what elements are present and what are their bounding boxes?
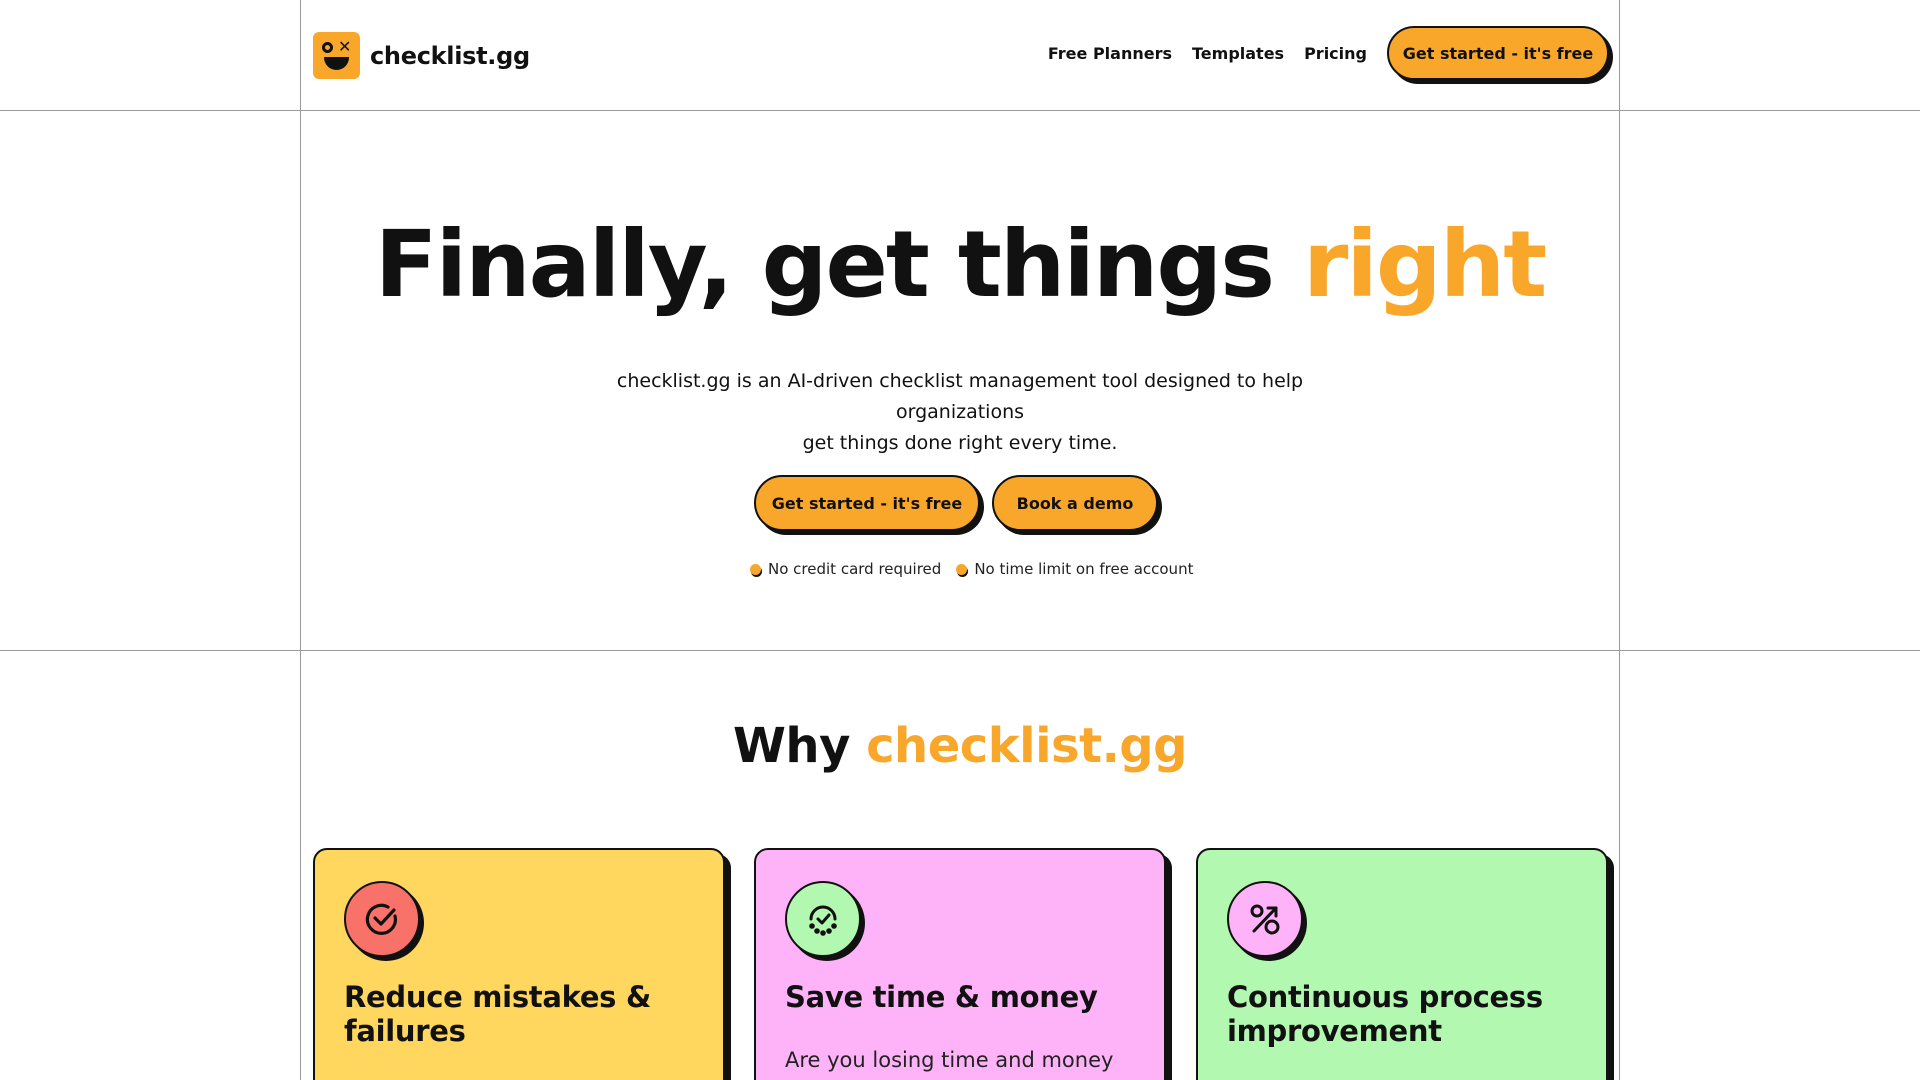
feature-card-title: Save time & money xyxy=(785,980,1098,1014)
percent-arrow-icon xyxy=(1227,881,1303,957)
feature-card-reduce-mistakes: Reduce mistakes & failures xyxy=(313,848,725,1080)
hero-title-main: Finally, get things xyxy=(374,211,1303,318)
feature-card-title: Reduce mistakes & failures xyxy=(344,980,651,1048)
logo-face-icon: ✕ xyxy=(313,32,360,79)
hero-book-demo-button[interactable]: Book a demo xyxy=(992,475,1158,531)
nav-link-free-planners[interactable]: Free Planners xyxy=(1048,44,1172,63)
bullet-dot-icon xyxy=(750,563,761,575)
note-no-credit-card: No credit card required xyxy=(750,560,941,578)
feature-card-continuous-improvement: Continuous process improvement xyxy=(1196,848,1608,1080)
hero-title-accent: right xyxy=(1303,211,1547,318)
progress-check-icon xyxy=(785,881,861,957)
note-no-time-limit: No time limit on free account xyxy=(956,560,1193,578)
why-section-title: Why checklist.gg xyxy=(301,718,1619,774)
why-title-main: Why xyxy=(732,718,867,774)
site-header: ✕ checklist.gg Free Planners Templates P… xyxy=(301,0,1619,110)
hero-subtitle: checklist.gg is an AI-driven checklist m… xyxy=(560,366,1360,459)
bullet-dot-icon xyxy=(956,563,968,575)
note-text: No credit card required xyxy=(768,560,942,578)
note-text: No time limit on free account xyxy=(974,560,1194,578)
nav-link-templates[interactable]: Templates xyxy=(1192,44,1284,63)
header-divider xyxy=(0,110,1920,111)
frame-line-left xyxy=(300,0,301,1080)
frame-line-right xyxy=(1619,0,1620,1080)
why-title-accent: checklist.gg xyxy=(866,718,1188,774)
section-divider xyxy=(0,650,1920,651)
logo[interactable]: ✕ checklist.gg xyxy=(313,32,530,79)
feature-card-body: Are you losing time and money xyxy=(785,1048,1114,1072)
hero-title: Finally, get things right xyxy=(301,212,1619,318)
hero-get-started-button[interactable]: Get started - it's free xyxy=(754,475,980,531)
hero-notes: No credit card required No time limit on… xyxy=(750,560,1193,578)
hero-cta-group: Get started - it's free Book a demo xyxy=(754,475,1158,531)
feature-card-save-time: Save time & money Are you losing time an… xyxy=(754,848,1166,1080)
check-circle-icon xyxy=(344,881,420,957)
nav-get-started-button[interactable]: Get started - it's free xyxy=(1387,26,1609,80)
hero-subtitle-line-2: get things done right every time. xyxy=(802,432,1118,454)
logo-text: checklist.gg xyxy=(370,41,530,70)
feature-card-title: Continuous process improvement xyxy=(1227,980,1543,1048)
main-nav: Free Planners Templates Pricing Get star… xyxy=(1048,26,1609,80)
hero-subtitle-line-1: checklist.gg is an AI-driven checklist m… xyxy=(616,370,1304,423)
nav-link-pricing[interactable]: Pricing xyxy=(1304,44,1367,63)
